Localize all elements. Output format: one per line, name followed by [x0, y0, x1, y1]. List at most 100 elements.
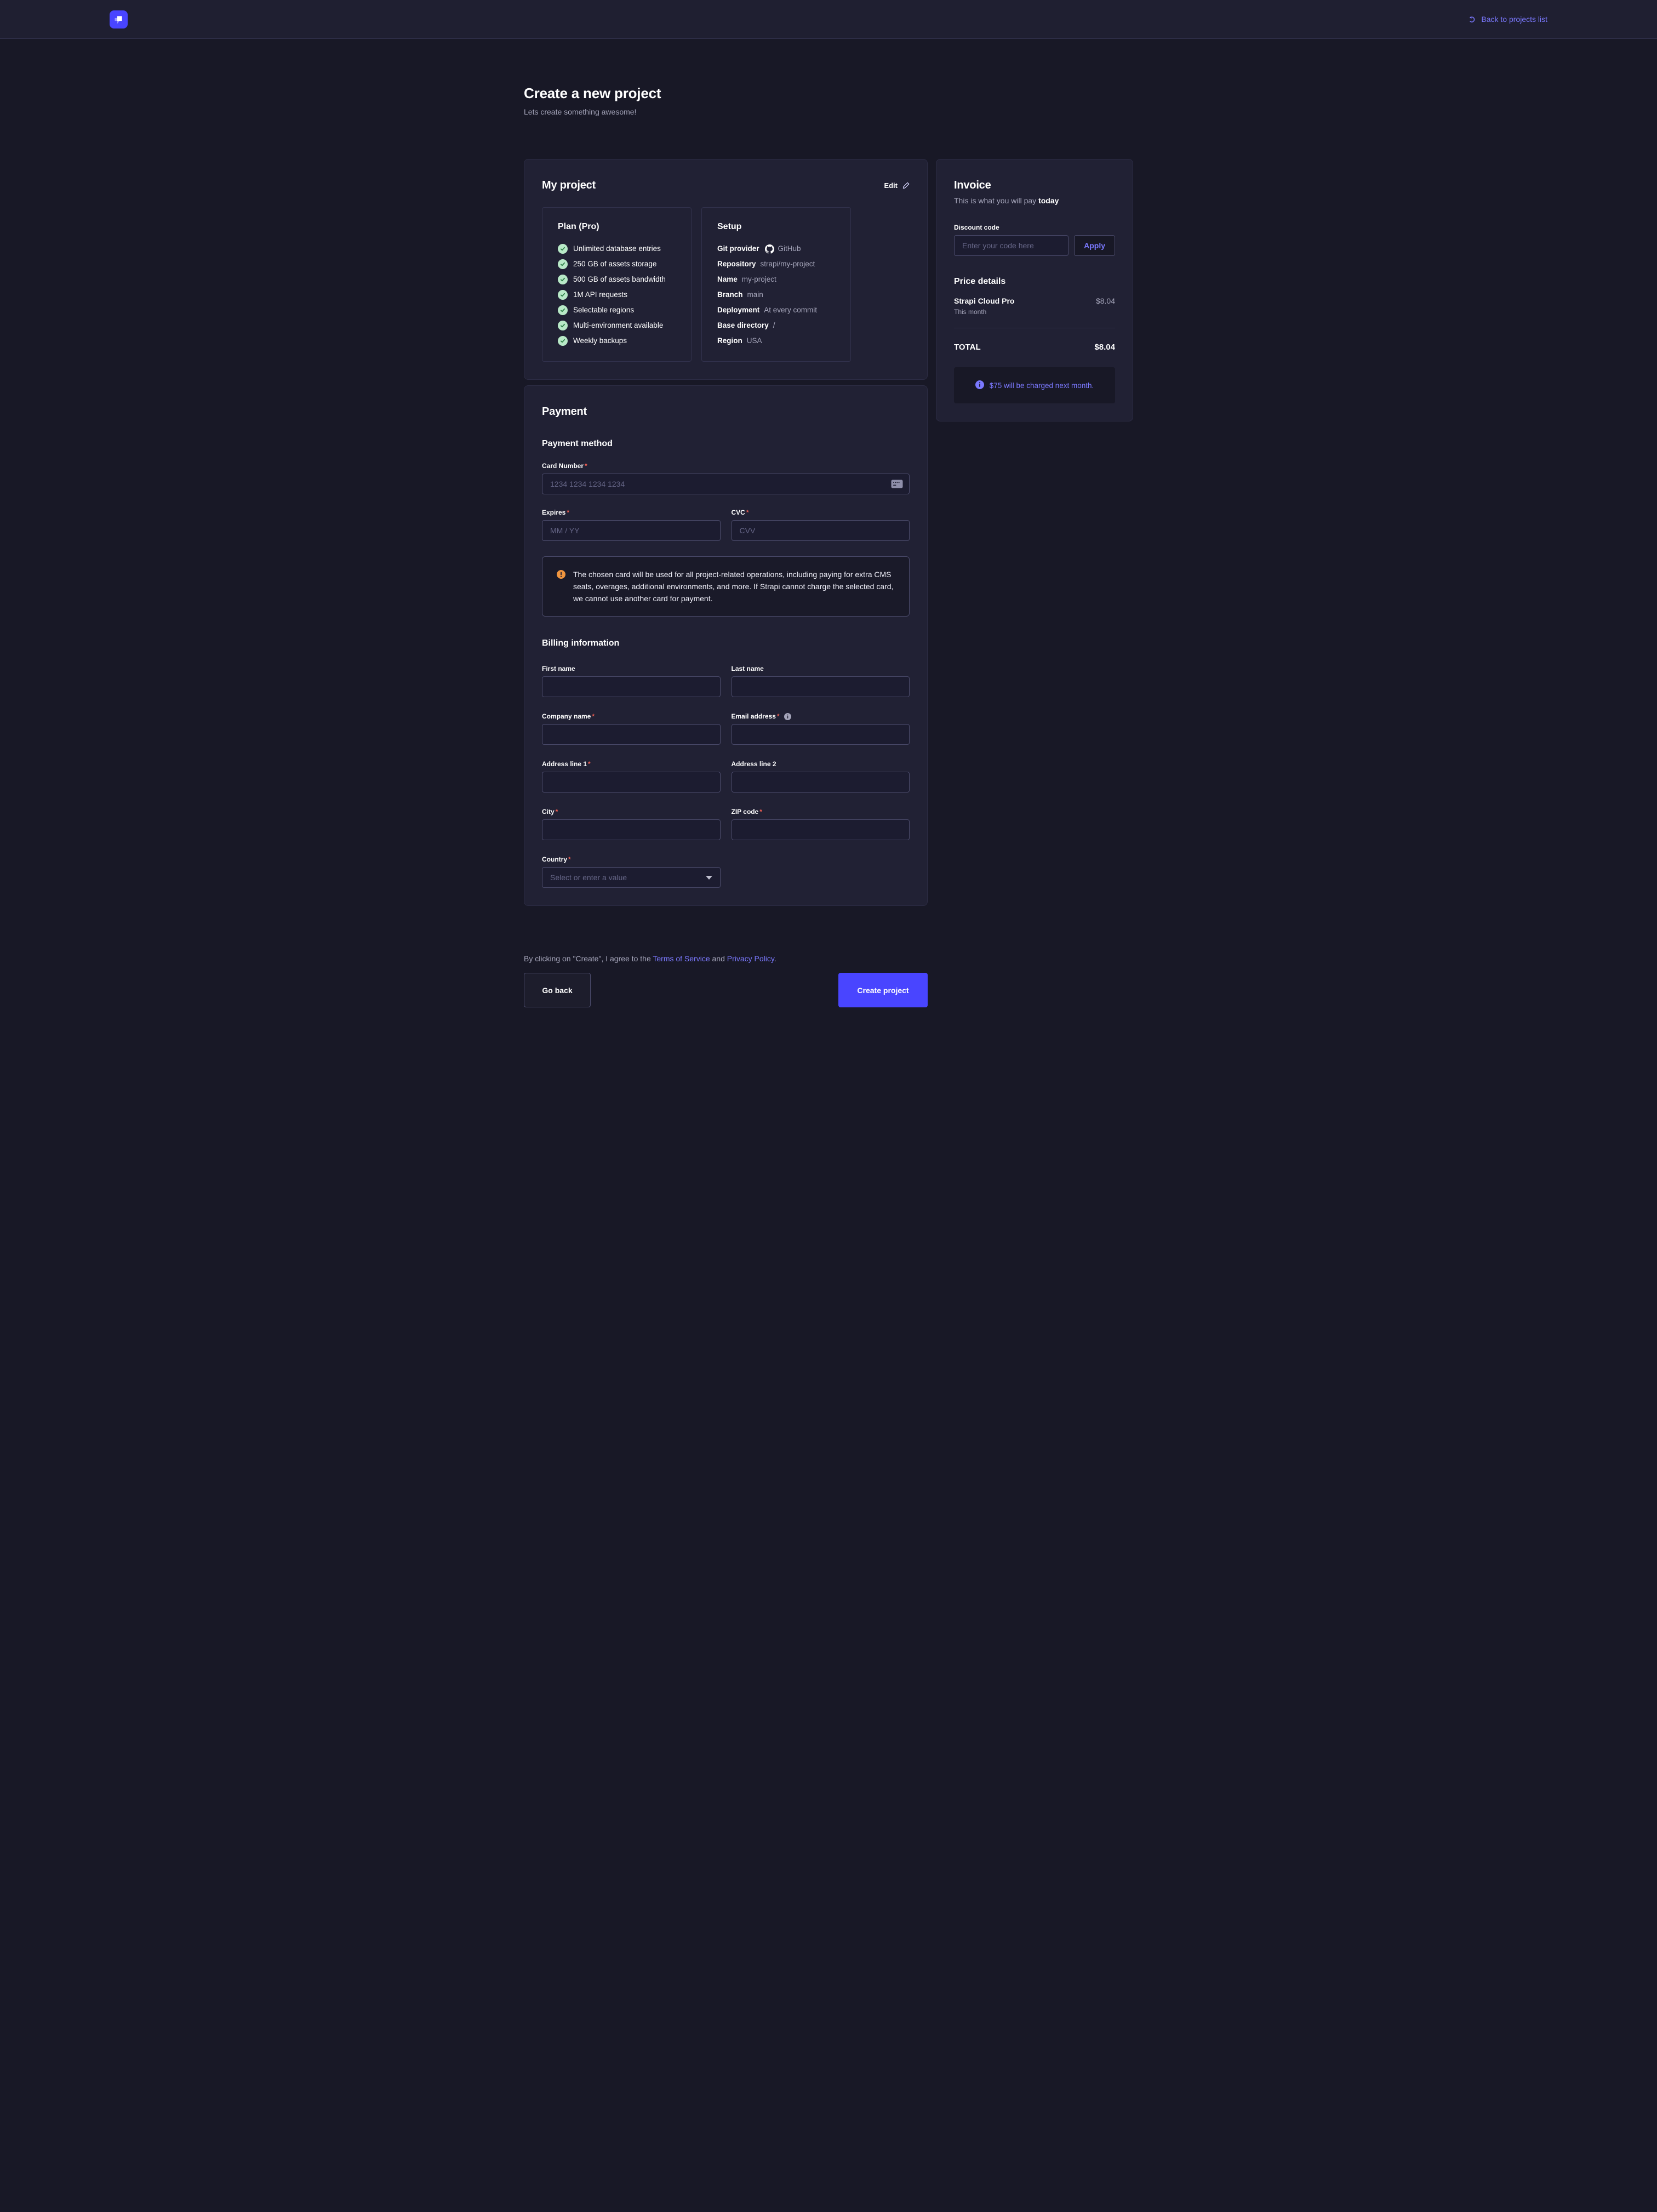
required-marker: *	[759, 808, 762, 816]
edit-label: Edit	[884, 181, 898, 190]
discount-code-label: Discount code	[954, 224, 1115, 231]
setup-row-branch: Branch main	[717, 289, 835, 301]
city-input[interactable]	[542, 819, 721, 840]
required-marker: *	[568, 856, 571, 863]
card-number-label: Card Number*	[542, 462, 910, 470]
required-marker: *	[777, 712, 780, 720]
first-name-input[interactable]	[542, 676, 721, 697]
address-line-2-input[interactable]	[732, 772, 910, 793]
setup-value: At every commit	[764, 304, 817, 316]
back-to-projects-link[interactable]: Back to projects list	[1468, 15, 1547, 24]
plan-feature-label: Weekly backups	[573, 335, 627, 347]
setup-label: Git provider	[717, 243, 759, 255]
discount-code-input[interactable]	[954, 235, 1069, 256]
setup-title: Setup	[717, 222, 835, 232]
country-label: Country*	[542, 856, 721, 863]
zip-code-label: ZIP code*	[732, 808, 910, 816]
info-icon	[975, 380, 984, 391]
edit-project-button[interactable]: Edit	[884, 181, 910, 190]
check-icon	[558, 259, 568, 269]
setup-label: Base directory	[717, 320, 769, 332]
setup-value: main	[747, 289, 763, 301]
create-project-button[interactable]: Create project	[838, 973, 928, 1007]
price-line-item: Strapi Cloud Pro This month $8.04	[954, 297, 1115, 316]
required-marker: *	[746, 509, 749, 516]
strapi-mark-icon	[113, 14, 124, 25]
check-icon	[558, 321, 568, 330]
required-marker: *	[567, 509, 569, 516]
go-back-button[interactable]: Go back	[524, 973, 591, 1007]
card-usage-note-text: The chosen card will be used for all pro…	[573, 568, 895, 605]
setup-label: Region	[717, 335, 742, 347]
setup-value: strapi/my-project	[761, 258, 815, 270]
check-icon	[558, 305, 568, 315]
zip-code-input[interactable]	[732, 819, 910, 840]
setup-value: /	[773, 320, 775, 332]
cvc-label: CVC*	[732, 509, 910, 516]
setup-value: GitHub	[778, 243, 801, 255]
payment-card: Payment Payment method Card Number*	[524, 385, 928, 906]
company-name-input[interactable]	[542, 724, 721, 745]
check-icon	[558, 244, 568, 254]
card-number-input[interactable]	[542, 474, 910, 494]
price-line-name: Strapi Cloud Pro	[954, 297, 1014, 305]
last-name-label: Last name	[732, 665, 910, 672]
plan-feature-label: 500 GB of assets bandwidth	[573, 273, 666, 286]
setup-label: Name	[717, 273, 738, 286]
plan-box: Plan (Pro) Unlimited database entries 25…	[542, 207, 692, 362]
last-name-input[interactable]	[732, 676, 910, 697]
required-marker: *	[556, 808, 558, 816]
plan-title: Plan (Pro)	[558, 222, 676, 232]
country-select-placeholder: Select or enter a value	[550, 873, 627, 882]
plan-feature-label: Selectable regions	[573, 304, 634, 316]
github-icon	[765, 244, 774, 254]
plan-feature-item: Weekly backups	[558, 335, 676, 347]
email-info-icon[interactable]	[784, 713, 791, 720]
email-address-input[interactable]	[732, 724, 910, 745]
email-address-label: Email address*	[732, 712, 910, 720]
setup-label: Branch	[717, 289, 743, 301]
privacy-policy-link[interactable]: Privacy Policy	[727, 954, 774, 963]
expires-input[interactable]	[542, 520, 721, 541]
payment-method-title: Payment method	[542, 439, 910, 449]
warning-icon	[557, 570, 565, 581]
invoice-total-row: TOTAL $8.04	[954, 343, 1115, 352]
check-icon	[558, 336, 568, 346]
back-arrow-icon	[1468, 15, 1476, 24]
plan-feature-item: 250 GB of assets storage	[558, 258, 676, 270]
invoice-subtitle-emphasis: today	[1038, 196, 1059, 205]
address-line-2-label: Address line 2	[732, 760, 910, 768]
expires-label: Expires*	[542, 509, 721, 516]
terms-of-service-link[interactable]: Terms of Service	[653, 954, 710, 963]
project-card-title: My project	[542, 179, 596, 192]
setup-value: my-project	[742, 273, 776, 286]
next-month-charge-text: $75 will be charged next month.	[990, 381, 1094, 390]
setup-row-repository: Repository strapi/my-project	[717, 258, 835, 270]
strapi-logo[interactable]	[110, 10, 128, 28]
setup-label: Deployment	[717, 304, 759, 316]
address-line-1-input[interactable]	[542, 772, 721, 793]
address-line-1-label: Address line 1*	[542, 760, 721, 768]
first-name-label: First name	[542, 665, 721, 672]
total-label: TOTAL	[954, 343, 981, 352]
next-month-charge-note: $75 will be charged next month.	[954, 367, 1115, 403]
country-select[interactable]: Select or enter a value	[542, 867, 721, 888]
plan-feature-item: Multi-environment available	[558, 320, 676, 332]
plan-feature-label: Multi-environment available	[573, 320, 663, 332]
chevron-down-icon	[706, 876, 712, 880]
payment-title: Payment	[542, 406, 910, 418]
setup-list: Git provider GitHub Repository strapi/my…	[717, 243, 835, 347]
invoice-card: Invoice This is what you will pay today …	[936, 159, 1133, 421]
plan-feature-label: 1M API requests	[573, 289, 627, 301]
plan-feature-item: 500 GB of assets bandwidth	[558, 273, 676, 286]
card-usage-note: The chosen card will be used for all pro…	[542, 556, 910, 617]
check-icon	[558, 275, 568, 284]
plan-feature-list: Unlimited database entries 250 GB of ass…	[558, 243, 676, 347]
setup-row-base-directory: Base directory /	[717, 320, 835, 332]
apply-discount-button[interactable]: Apply	[1074, 235, 1115, 256]
cvc-input[interactable]	[732, 520, 910, 541]
billing-info-title: Billing information	[542, 638, 910, 648]
setup-row-deployment: Deployment At every commit	[717, 304, 835, 316]
terms-agreement-text: By clicking on "Create", I agree to the …	[524, 954, 928, 963]
setup-row-git-provider: Git provider GitHub	[717, 243, 835, 255]
